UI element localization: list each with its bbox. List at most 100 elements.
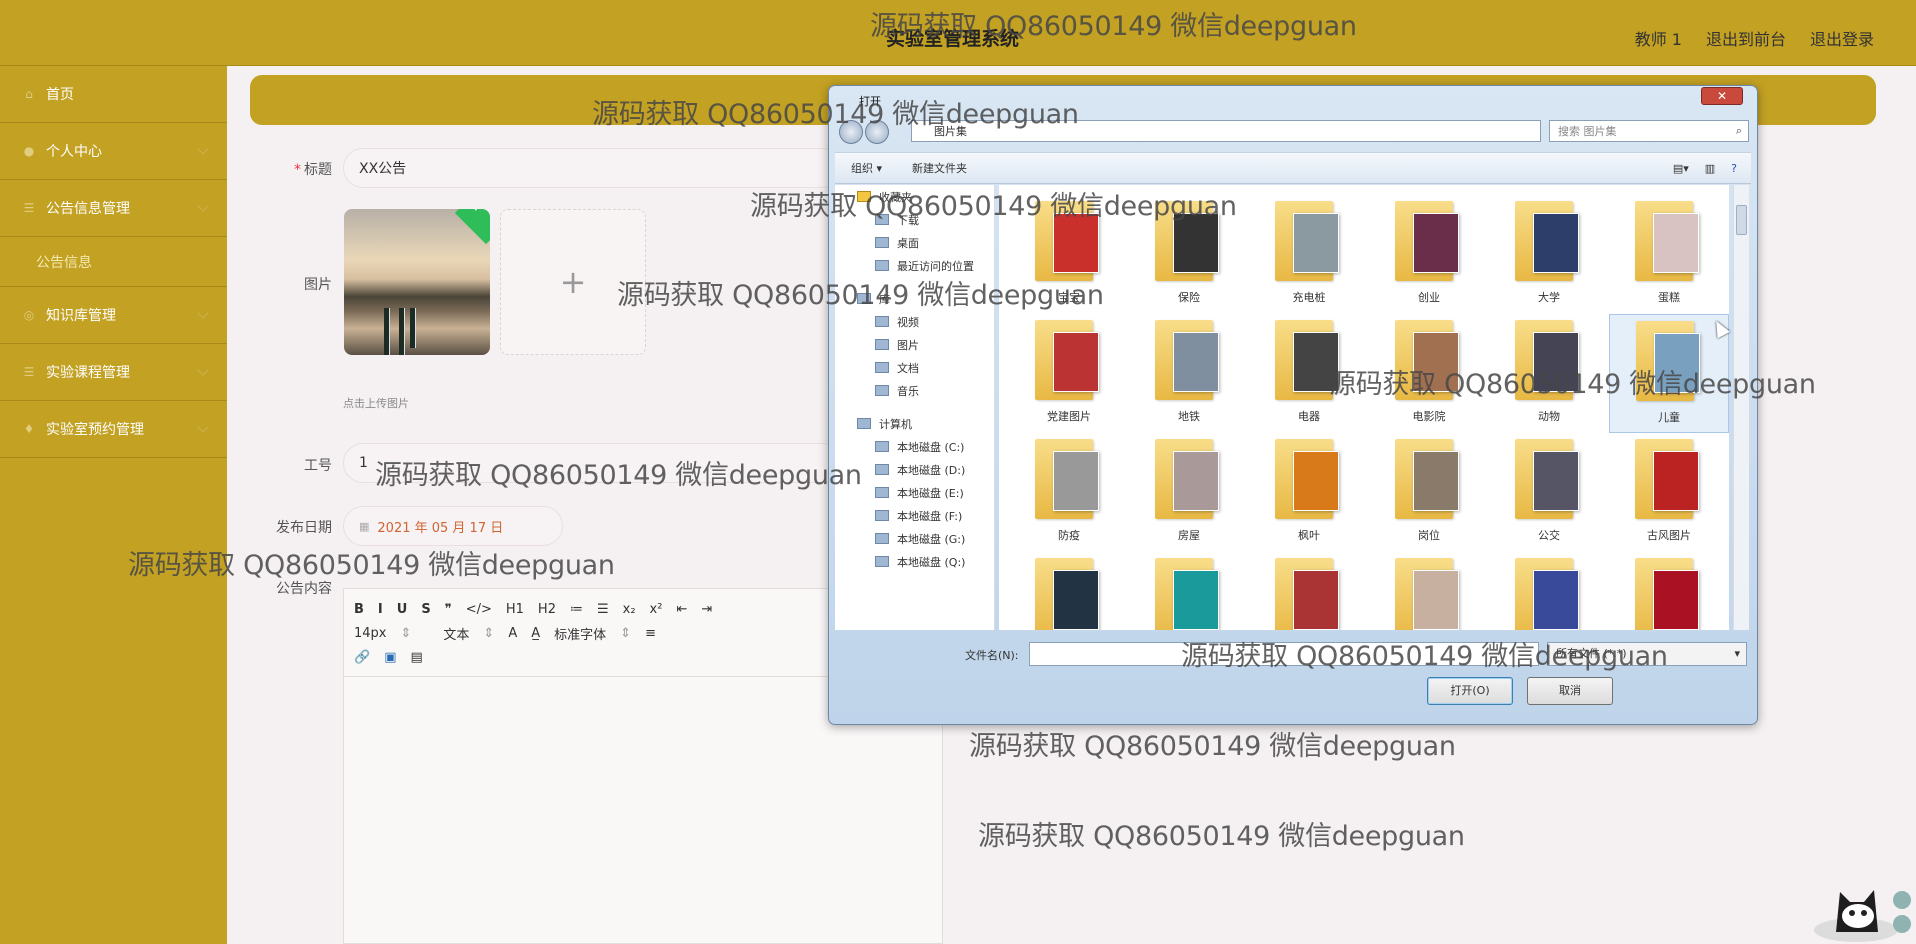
- top-links: 教师 1 退出到前台 退出登录: [1635, 26, 1874, 50]
- folder-item[interactable]: 古风图片: [1609, 433, 1729, 552]
- tree-item[interactable]: 本地磁盘 (F:): [835, 504, 994, 527]
- editor-tool-button[interactable]: x₂: [623, 602, 636, 617]
- folder-item[interactable]: [1369, 552, 1489, 630]
- folder-item[interactable]: 防疫: [1009, 433, 1129, 552]
- folder-item[interactable]: [1489, 552, 1609, 630]
- folder-item[interactable]: 充电桩: [1249, 195, 1369, 314]
- tree-item-label: 最近访问的位置: [897, 259, 974, 273]
- organize-button[interactable]: 组织 ▾: [851, 160, 882, 176]
- preview-pane-icon[interactable]: ▥: [1705, 162, 1715, 175]
- sidebar-item-booking[interactable]: ♦ 实验室预约管理: [0, 401, 227, 458]
- watermark: 源码获取 QQ86050149 微信deepguan: [617, 280, 1104, 311]
- uploaded-image[interactable]: ✓: [344, 209, 490, 355]
- image-icon[interactable]: ▣: [384, 650, 396, 665]
- tree-item[interactable]: 本地磁盘 (Q:): [835, 550, 994, 573]
- editor-tool-button[interactable]: ≔: [570, 602, 583, 617]
- tree-item[interactable]: 文档: [835, 356, 994, 379]
- folder-item[interactable]: [1249, 552, 1369, 630]
- sidebar-item-profile[interactable]: ● 个人中心: [0, 123, 227, 180]
- tree-item[interactable]: 图片: [835, 333, 994, 356]
- editor-tool-button[interactable]: ☰: [597, 602, 609, 617]
- folder-item[interactable]: 党建图片: [1009, 314, 1129, 433]
- editor-tool-button[interactable]: </>: [466, 602, 492, 617]
- folder-item[interactable]: [1009, 552, 1129, 630]
- date-input[interactable]: ▦ 2021 年 05 月 17 日: [343, 506, 563, 546]
- folder-label: 儿童: [1658, 411, 1680, 424]
- editor-tool-button[interactable]: H1: [506, 602, 524, 617]
- new-folder-button[interactable]: 新建文件夹: [912, 160, 967, 176]
- sidebar-item-label: 个人中心: [46, 144, 102, 160]
- folder-item[interactable]: 岗位: [1369, 433, 1489, 552]
- watermark: 源码获取 QQ86050149 微信deepguan: [128, 550, 615, 581]
- align-icon[interactable]: ≡: [645, 626, 656, 641]
- logout-link[interactable]: 退出登录: [1810, 26, 1874, 50]
- search-input[interactable]: 搜索 图片集 ⌕: [1549, 120, 1749, 142]
- title-input[interactable]: XX公告: [343, 148, 843, 188]
- editor-tool-button[interactable]: U: [397, 602, 408, 617]
- folder-item[interactable]: 蛋糕: [1609, 195, 1729, 314]
- help-icon[interactable]: ?: [1731, 162, 1737, 175]
- user-icon: ●: [23, 144, 35, 158]
- watermark: 源码获取 QQ86050149 微信deepguan: [870, 11, 1357, 42]
- close-icon[interactable]: ✕: [1701, 87, 1743, 105]
- editor-tool-button[interactable]: B: [354, 602, 364, 617]
- font-family-select[interactable]: 标准字体: [554, 624, 606, 643]
- sidebar-item-notice-mgmt[interactable]: ☰ 公告信息管理: [0, 180, 227, 237]
- tree-item[interactable]: 桌面: [835, 231, 994, 254]
- folder-icon: [875, 237, 889, 248]
- search-icon: ⌕: [1735, 124, 1742, 137]
- folder-item[interactable]: 枫叶: [1249, 433, 1369, 552]
- editor-tool-button[interactable]: ⇥: [701, 602, 712, 617]
- watermark: 源码获取 QQ86050149 微信deepguan: [750, 191, 1237, 222]
- view-icon[interactable]: ▤▾: [1673, 162, 1689, 175]
- folder-item[interactable]: 房屋: [1129, 433, 1249, 552]
- editor-tool-button[interactable]: I: [378, 602, 383, 617]
- folder-view: 宝宝 保险 充电桩 创业 大学 蛋糕 党建图片 地铁 电器 电影院 动物 儿童 防疫 房屋 枫叶 岗位 公交 古风…: [999, 185, 1729, 630]
- folder-item[interactable]: 公交: [1489, 433, 1609, 552]
- drive-icon: [875, 556, 889, 567]
- folder-item[interactable]: 创业: [1369, 195, 1489, 314]
- tree-item-label: 本地磁盘 (Q:): [897, 555, 966, 569]
- scrollbar[interactable]: [1733, 185, 1749, 630]
- font-color-icon[interactable]: A: [508, 626, 517, 641]
- editor-tool-button[interactable]: H2: [538, 602, 556, 617]
- cancel-button[interactable]: 取消: [1527, 677, 1613, 705]
- video-icon[interactable]: ▤: [410, 650, 422, 665]
- folder-item[interactable]: [1609, 552, 1729, 630]
- link-icon[interactable]: 🔗: [354, 650, 370, 665]
- font-size-select[interactable]: 14px: [354, 626, 387, 641]
- sidebar-item-courses[interactable]: ☰ 实验课程管理: [0, 344, 227, 401]
- tree-item[interactable]: 音乐: [835, 379, 994, 402]
- folder-label: 枫叶: [1298, 529, 1320, 542]
- editor-tool-button[interactable]: ⇤: [676, 602, 687, 617]
- sidebar-item-label: 实验课程管理: [46, 365, 130, 381]
- tree-item-label: 本地磁盘 (F:): [897, 509, 963, 523]
- cat-mascot-icon: [1814, 890, 1911, 942]
- sidebar-subitem-notice[interactable]: 公告信息: [0, 237, 227, 287]
- folder-label: 房屋: [1178, 529, 1200, 542]
- format-select[interactable]: 文本: [443, 624, 469, 643]
- drive-icon: [875, 510, 889, 521]
- watermark: 源码获取 QQ86050149 微信deepguan: [969, 731, 1456, 762]
- editor-tool-button[interactable]: S: [421, 602, 430, 617]
- editor-tool-button[interactable]: ❞: [445, 602, 452, 617]
- folder-label: 党建图片: [1047, 410, 1091, 423]
- check-icon: ✓: [454, 209, 490, 245]
- tree-item[interactable]: 视频: [835, 310, 994, 333]
- folder-item[interactable]: 大学: [1489, 195, 1609, 314]
- folder-item[interactable]: [1129, 552, 1249, 630]
- editor-tool-button[interactable]: x²: [650, 602, 663, 617]
- front-link[interactable]: 退出到前台: [1706, 26, 1786, 50]
- tree-item[interactable]: 本地磁盘 (G:): [835, 527, 994, 550]
- open-button[interactable]: 打开(O): [1427, 677, 1513, 705]
- folder-icon: [875, 385, 889, 396]
- tree-item[interactable]: 计算机: [835, 412, 994, 435]
- sidebar-item-knowledge[interactable]: ◎ 知识库管理: [0, 287, 227, 344]
- folder-item[interactable]: 地铁: [1129, 314, 1249, 433]
- bg-color-icon[interactable]: A̲: [531, 626, 540, 641]
- tree-item-label: 计算机: [879, 417, 912, 431]
- sidebar-item-home[interactable]: ⌂ 首页: [0, 66, 227, 123]
- folder-label: 岗位: [1418, 529, 1440, 542]
- tree-item-label: 本地磁盘 (G:): [897, 532, 966, 546]
- drive-icon: [875, 487, 889, 498]
